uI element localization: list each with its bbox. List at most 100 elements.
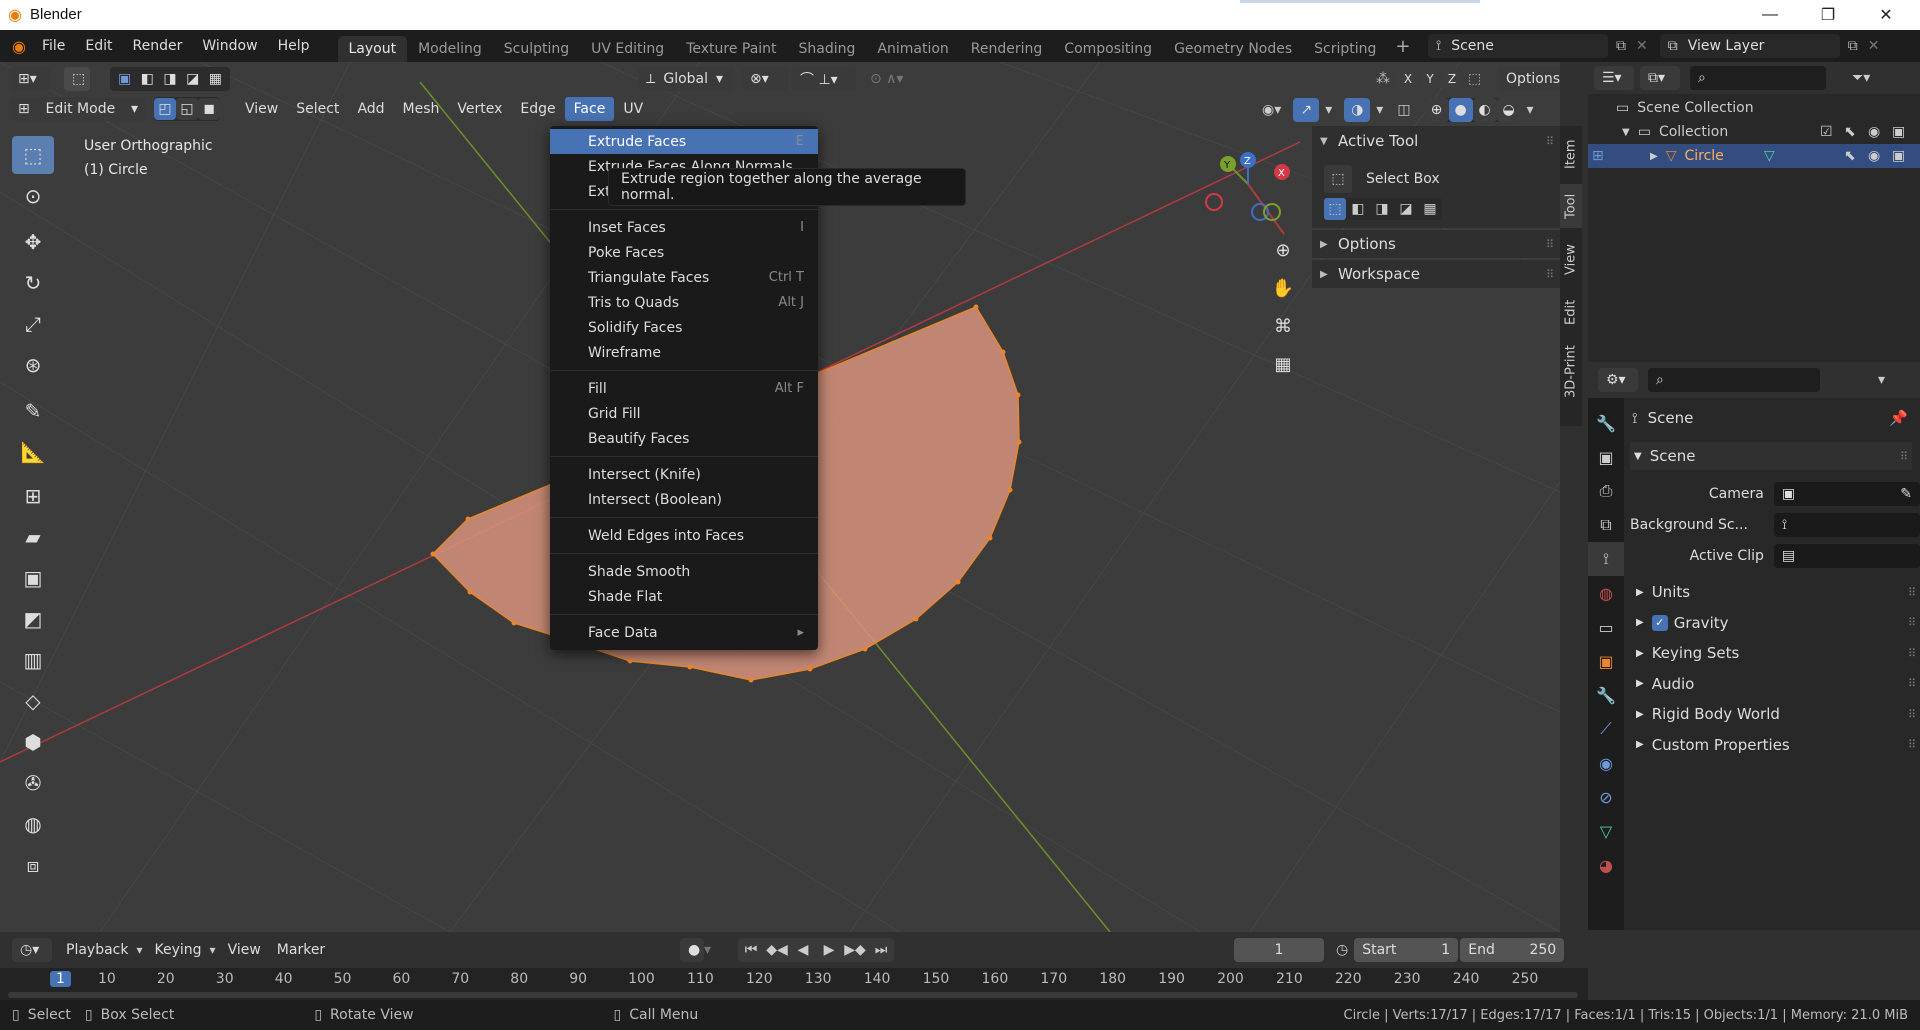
particles-props-icon[interactable]: ⟋ [1588, 712, 1624, 746]
new-view-layer-icon[interactable]: ⧉ [1848, 38, 1858, 54]
record-icon[interactable]: ● [680, 938, 704, 962]
xray-icon[interactable]: ◫ [1397, 102, 1410, 118]
mode-dropdown[interactable]: ⊞ Edit Mode ▾ [10, 97, 146, 121]
eye-icon[interactable]: ◉ [1868, 148, 1880, 164]
output-props-icon[interactable]: ⎙ [1588, 474, 1624, 508]
wireframe-shading-icon[interactable]: ⊕ [1424, 98, 1449, 122]
active-clip-field[interactable]: ▤ [1773, 544, 1920, 568]
chevron-down-icon[interactable]: ▾ [1376, 102, 1383, 118]
tab-sculpting[interactable]: Sculpting [493, 36, 580, 62]
proportional-edit-icon[interactable]: ⊙ ∧▾ [862, 67, 922, 91]
chevron-down-icon[interactable]: ▾ [1878, 372, 1885, 388]
eye-icon[interactable]: ◉ [1868, 124, 1880, 140]
menu-item-face-data[interactable]: Face Data ▸ [550, 620, 818, 645]
next-keyframe-icon[interactable]: ▶◆ [842, 942, 868, 958]
pivot-point-icon[interactable]: ⊗▾ [742, 67, 788, 91]
zoom-icon[interactable]: ⊕ [1268, 240, 1298, 278]
background-scene-field[interactable]: ⟟ [1773, 513, 1920, 537]
mode-set-icon[interactable]: ⬚ [1324, 198, 1346, 220]
editor-type-icon[interactable]: ⊞▾ [10, 67, 50, 91]
mirror-x-button[interactable]: X [1398, 68, 1418, 90]
camera-view-icon[interactable]: ⌘ [1268, 316, 1298, 354]
expand-triangle-icon[interactable]: ▼ [1622, 127, 1630, 138]
world-props-icon[interactable]: ◍ [1588, 576, 1624, 610]
tab-animation[interactable]: Animation [866, 36, 959, 62]
timeline-menu-view[interactable]: View [220, 942, 269, 958]
active-tool-header[interactable]: ▼ Active Tool ⠿ [1312, 126, 1560, 156]
tool-settings-icon[interactable]: 🔧 [1588, 406, 1624, 440]
drag-handle-icon[interactable]: ⠿ [1546, 268, 1554, 281]
gizmo-toggle-icon[interactable]: ↗ [1293, 98, 1320, 122]
close-window-button[interactable]: ✕ [1858, 0, 1914, 30]
mirror-icon[interactable]: ⁂ [1376, 71, 1398, 87]
tab-scripting[interactable]: Scripting [1303, 36, 1387, 62]
delete-scene-icon[interactable]: ✕ [1636, 38, 1648, 54]
vertex-select-icon[interactable]: ◰ [154, 98, 176, 120]
expand-triangle-icon[interactable]: ▶ [1650, 151, 1658, 162]
extrude-region-tool-icon[interactable]: ▰ [12, 518, 54, 556]
menu-item-inset-faces[interactable]: Inset Faces I [550, 215, 818, 240]
loop-cut-tool-icon[interactable]: ▥ [12, 641, 54, 679]
timeline-menu-playback[interactable]: Playback [58, 942, 136, 958]
play-reverse-icon[interactable]: ◀ [790, 942, 816, 958]
drag-handle-icon[interactable]: ⠿ [1908, 738, 1916, 751]
object-props-icon[interactable]: ▣ [1588, 644, 1624, 678]
menu-uv[interactable]: UV [614, 97, 652, 121]
menu-item-shade-smooth[interactable]: Shade Smooth [550, 559, 818, 584]
restore-button[interactable]: ❐ [1800, 0, 1856, 30]
start-frame-field[interactable]: Start 1 [1354, 938, 1459, 962]
subpanel-keying-sets[interactable]: ▶ Keying Sets ⠿ [1630, 639, 1920, 667]
properties-search-input[interactable]: ⌕ [1648, 368, 1820, 392]
edge-slide-tool-icon[interactable]: ⧈ [12, 846, 54, 884]
tab-edit[interactable]: Edit [1560, 292, 1582, 332]
transform-tool-icon[interactable]: ⊛ [12, 346, 54, 384]
ortho-grid-icon[interactable]: ▦ [1268, 354, 1298, 392]
menu-item-intersect-boolean[interactable]: Intersect (Boolean) [550, 487, 818, 512]
display-mode-icon[interactable]: ⧉▾ [1640, 66, 1680, 90]
physics-props-icon[interactable]: ◉ [1588, 746, 1624, 780]
snap-icon[interactable]: ⌒ ⊥▾ [792, 67, 856, 91]
camera-render-icon[interactable]: ▣ [1892, 148, 1905, 164]
chevron-down-icon[interactable]: ▾ [704, 942, 724, 958]
move-tool-icon[interactable]: ✥ [12, 223, 54, 261]
selectable-icon[interactable]: ⬉ [1844, 124, 1856, 140]
properties-editor-icon[interactable]: ⚙▾ [1598, 368, 1638, 392]
mode-extend-icon[interactable]: ◧ [1346, 201, 1370, 217]
delete-view-layer-icon[interactable]: ✕ [1868, 38, 1880, 54]
select-mode-buttons[interactable]: ▣ ◧ ◨ ◪ ▦ [110, 67, 230, 91]
outliner-row-circle[interactable]: ⊞ ▶ ▽ Circle ▽ ⬉ ◉ ▣ [1588, 144, 1920, 168]
outliner-row-scene-collection[interactable]: ▭ Scene Collection [1588, 96, 1920, 120]
filter-icon[interactable]: ⏷▾ [1852, 70, 1870, 86]
camera-field[interactable]: ▣ ✎ [1773, 482, 1920, 506]
selectable-icon[interactable]: ⬉ [1844, 148, 1856, 164]
subpanel-audio[interactable]: ▶ Audio ⠿ [1630, 670, 1920, 698]
mesh-data-icon[interactable]: ▽ [1764, 148, 1775, 164]
chevron-down-icon[interactable]: ▾ [1527, 102, 1534, 118]
mode-intersect-icon[interactable]: ▦ [1418, 201, 1442, 217]
menu-window[interactable]: Window [192, 30, 267, 62]
cursor-tool-icon[interactable]: ⊙ [12, 177, 54, 215]
navigation-gizmo[interactable]: X Y Z [1200, 146, 1290, 236]
timeline-editor-icon[interactable]: ◷▾ [12, 938, 52, 962]
tab-texture-paint[interactable]: Texture Paint [675, 36, 787, 62]
drag-handle-icon[interactable]: ⠿ [1908, 647, 1916, 660]
chevron-down-icon[interactable]: ▾ [1325, 102, 1332, 118]
tab-item[interactable]: Item [1560, 134, 1582, 174]
tab-view[interactable]: View [1560, 238, 1582, 282]
menu-vertex[interactable]: Vertex [448, 97, 511, 121]
outliner-row-collection[interactable]: ▼ ▭ Collection ☑ ⬉ ◉ ▣ [1588, 120, 1920, 144]
minimize-button[interactable]: — [1742, 0, 1798, 30]
overlay-toggle-icon[interactable]: ◑ [1344, 98, 1371, 122]
drag-handle-icon[interactable]: ⠿ [1908, 708, 1916, 721]
annotate-tool-icon[interactable]: ✎ [12, 392, 54, 430]
scene-panel-header[interactable]: ▼ Scene ⠿ [1630, 442, 1912, 470]
collection-props-icon[interactable]: ▭ [1588, 610, 1624, 644]
menu-item-extrude-faces[interactable]: Extrude Faces E [550, 129, 818, 154]
menu-item-poke-faces[interactable]: Poke Faces [550, 240, 818, 265]
tab-rendering[interactable]: Rendering [960, 36, 1054, 62]
current-frame-field[interactable]: 1 [1234, 938, 1324, 962]
pin-icon[interactable]: 📌 [1889, 409, 1908, 427]
measure-tool-icon[interactable]: 📐 [12, 433, 54, 471]
prev-keyframe-icon[interactable]: ◆◀ [764, 942, 790, 958]
view-layer-selector[interactable]: ⧉ View Layer [1659, 34, 1840, 58]
